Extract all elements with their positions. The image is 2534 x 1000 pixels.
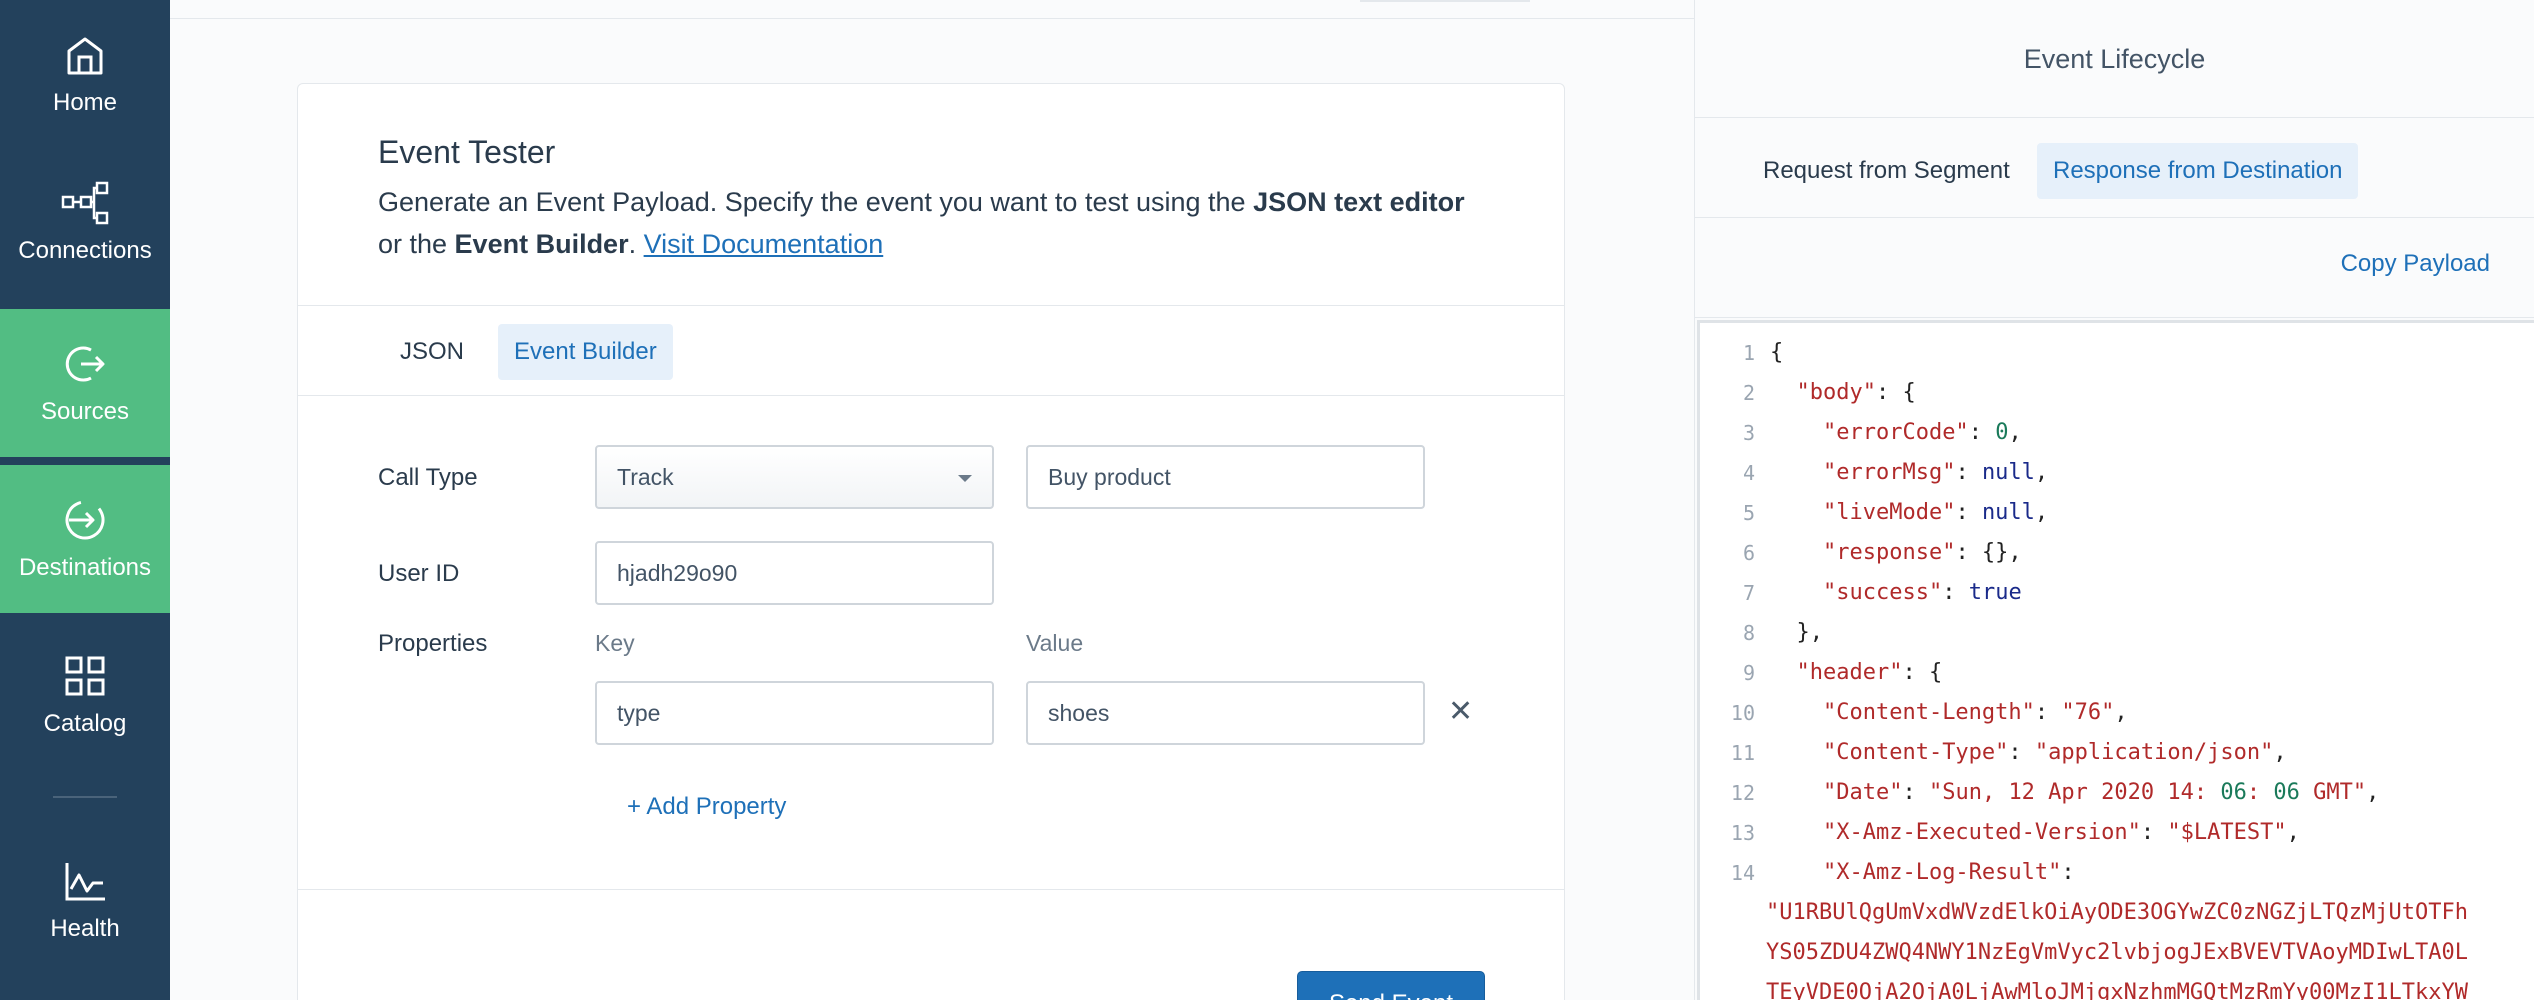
sidebar-item-label: Catalog xyxy=(43,710,127,737)
send-event-button[interactable]: Send Event xyxy=(1297,971,1485,1000)
tab-event-builder[interactable]: Event Builder xyxy=(498,324,673,380)
description-bold-json: JSON text editor xyxy=(1253,187,1465,217)
event-name-value: Buy product xyxy=(1048,464,1171,490)
description-bold-builder: Event Builder xyxy=(454,229,629,259)
code-text: "Content-Type": "application/json", xyxy=(1822,740,2287,765)
panel-title: Event Lifecycle xyxy=(1695,0,2534,118)
line-number: 14 xyxy=(1730,861,1755,885)
sidebar-divider xyxy=(53,796,117,798)
description-text: or the xyxy=(378,229,455,259)
page-title: Event Tester xyxy=(378,134,556,170)
code-wrapped-text: TEyVDE0OjA2OjA0LjAwMloJMjgxNzhmMGQtMzRmY… xyxy=(1766,980,2468,1000)
top-bar-tab-indicator xyxy=(1360,0,1530,2)
tab-request-from-segment[interactable]: Request from Segment xyxy=(1747,143,2026,199)
description-text: . xyxy=(628,229,644,259)
sidebar-item-label: Home xyxy=(52,89,118,116)
code-text: "Content-Length": "76", xyxy=(1822,700,2128,725)
sidebar: Home Connections Sources Destinations Ca… xyxy=(0,0,170,1000)
description-text: Generate an Event Payload. Specify the e… xyxy=(378,187,1254,217)
line-number: 1 xyxy=(1742,341,1755,365)
editor-tabs: JSON Event Builder xyxy=(298,306,1564,396)
key-column-label: Key xyxy=(595,630,635,656)
sidebar-item-health[interactable]: Health xyxy=(0,826,170,974)
sidebar-item-connections[interactable]: Connections xyxy=(0,148,170,296)
code-wrapped-text: "U1RBUlQgUmVxdWVzdElkOiAyODE3OGYwZC0zNGZ… xyxy=(1766,900,2468,925)
value-column-label: Value xyxy=(1026,630,1084,656)
tab-json[interactable]: JSON xyxy=(384,324,480,380)
event-tester-card: Event Tester Generate an Event Payload. … xyxy=(297,83,1565,1000)
property-value-value: shoes xyxy=(1048,700,1110,726)
code-text: "success": true xyxy=(1822,580,2022,605)
line-number: 10 xyxy=(1730,701,1755,725)
line-number: 5 xyxy=(1742,501,1755,525)
catalog-icon xyxy=(61,652,109,700)
call-type-select[interactable]: Track xyxy=(595,445,994,509)
code-text: "response": {}, xyxy=(1822,540,2022,565)
code-text: }, xyxy=(1770,620,1823,645)
property-value-input[interactable]: shoes xyxy=(1026,681,1425,745)
code-text: "X-Amz-Log-Result": xyxy=(1822,860,2075,885)
user-id-value: hjadh29o90 xyxy=(617,560,738,586)
line-number: 2 xyxy=(1742,381,1755,405)
sidebar-item-sources[interactable]: Sources xyxy=(0,309,170,457)
code-text: "Date": "Sun, 12 Apr 2020 14: 06: 06 GMT… xyxy=(1822,780,2380,805)
sidebar-item-label: Health xyxy=(50,915,120,942)
destinations-icon xyxy=(61,496,109,544)
line-number: 12 xyxy=(1730,781,1755,805)
line-number: 13 xyxy=(1730,821,1755,845)
sources-icon xyxy=(61,340,109,388)
sidebar-item-label: Destinations xyxy=(18,554,152,581)
line-number: 3 xyxy=(1742,421,1755,445)
tab-response-from-destination[interactable]: Response from Destination xyxy=(2037,143,2359,199)
sidebar-item-label: Connections xyxy=(18,237,152,264)
top-bar xyxy=(170,0,1694,19)
code-text: "X-Amz-Executed-Version": "$LATEST", xyxy=(1822,820,2300,845)
card-footer: Send Event xyxy=(298,889,1564,1000)
event-lifecycle-panel: Event Lifecycle Request from Segment Res… xyxy=(1694,0,2534,1000)
user-id-label: User ID xyxy=(378,560,460,587)
copy-row: Copy Payload xyxy=(1695,218,2534,318)
health-icon xyxy=(61,857,109,905)
line-number: 8 xyxy=(1742,621,1755,645)
copy-payload-button[interactable]: Copy Payload xyxy=(2341,250,2490,278)
visit-documentation-link[interactable]: Visit Documentation xyxy=(644,229,884,259)
properties-label: Properties xyxy=(378,630,488,657)
chevron-down-icon xyxy=(958,475,972,482)
card-header: Event Tester Generate an Event Payload. … xyxy=(298,84,1564,306)
remove-property-icon[interactable]: ✕ xyxy=(1448,694,1473,729)
code-wrapped-text: YS05ZDU4ZWQ4NWY1NzEgVmVyc2lvbjogJExBVEVT… xyxy=(1766,940,2468,965)
code-text: "liveMode": null, xyxy=(1822,500,2049,525)
line-number: 6 xyxy=(1742,541,1755,565)
line-number: 7 xyxy=(1742,581,1755,605)
code-text: { xyxy=(1770,340,1784,365)
user-id-input[interactable]: hjadh29o90 xyxy=(595,541,994,605)
connections-icon xyxy=(61,179,109,227)
payload-code-viewer[interactable]: 1 {2 "body": { 3 "errorCode": 0, 4 "errorMs… xyxy=(1697,320,2534,1000)
description: Generate an Event Payload. Specify the e… xyxy=(378,181,1484,265)
property-key-value: type xyxy=(617,700,661,726)
home-icon xyxy=(61,31,109,79)
code-text: "body": { xyxy=(1796,380,1916,405)
event-name-input[interactable]: Buy product xyxy=(1026,445,1425,509)
sidebar-item-home[interactable]: Home xyxy=(0,0,170,148)
sidebar-item-catalog[interactable]: Catalog xyxy=(0,621,170,769)
code-text: "errorCode": 0, xyxy=(1822,420,2022,445)
call-type-label: Call Type xyxy=(378,464,478,491)
code-text: "header": { xyxy=(1796,660,1943,685)
sidebar-item-destinations[interactable]: Destinations xyxy=(0,465,170,613)
line-number: 4 xyxy=(1742,461,1755,485)
line-number: 9 xyxy=(1742,661,1755,685)
property-key-input[interactable]: type xyxy=(595,681,994,745)
line-number: 11 xyxy=(1730,741,1755,765)
sidebar-item-label: Sources xyxy=(40,398,130,425)
add-property-button[interactable]: + Add Property xyxy=(627,793,786,821)
call-type-value: Track xyxy=(617,464,674,490)
lifecycle-tabs: Request from Segment Response from Desti… xyxy=(1695,118,2534,218)
code-text: "errorMsg": null, xyxy=(1822,460,2049,485)
